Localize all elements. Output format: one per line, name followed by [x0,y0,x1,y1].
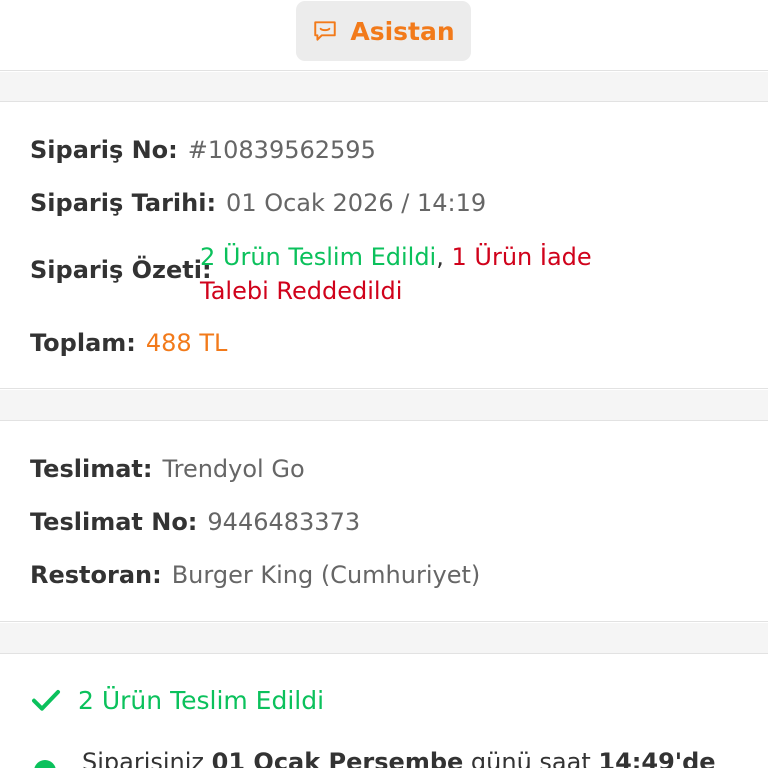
restaurant-row: Restoran: Burger King (Cumhuriyet) [30,561,480,589]
order-summary-value: 2 Ürün Teslim Edildi, 1 Ürün İade Talebi… [200,240,640,308]
section-gap [0,390,768,420]
assistant-label: Asistan [350,16,455,46]
delivery-no-value: 9446483373 [207,508,361,536]
delivery-type-value: Trendyol Go [162,455,305,483]
summary-separator: , [436,243,444,271]
order-total-value: 488 TL [145,329,228,357]
status-message-date: 01 Ocak Perşembe [211,748,464,768]
order-no-row: Sipariş No: #10839562595 [30,136,376,164]
order-date-row: Sipariş Tarihi: 01 Ocak 2026 / 14:19 [30,189,486,217]
top-bar: Asistan [0,0,768,71]
order-no-label: Sipariş No: [30,136,178,164]
delivered-heading: 2 Ürün Teslim Edildi [30,684,324,716]
assistant-button[interactable]: Asistan [296,1,471,61]
status-message-mid: günü saat [463,748,599,768]
check-icon [32,690,60,711]
order-total-row: Toplam: 488 TL [30,329,227,357]
order-summary-label: Sipariş Özeti: [30,256,212,284]
order-date-value: 01 Ocak 2026 / 14:19 [226,189,487,217]
status-message: Siparişiniz 01 Ocak Perşembe günü saat 1… [82,748,716,768]
restaurant-value: Burger King (Cumhuriyet) [171,561,481,589]
chat-bubble-icon [314,21,337,41]
delivered-heading-text: 2 Ürün Teslim Edildi [78,685,325,715]
delivery-no-row: Teslimat No: 9446483373 [30,508,360,536]
delivery-type-row: Teslimat: Trendyol Go [30,455,305,483]
restaurant-label: Restoran: [30,561,162,589]
status-message-pre: Siparişiniz [82,748,212,768]
order-total-label: Toplam: [30,329,136,357]
delivery-type-label: Teslimat: [30,455,153,483]
section-gap [0,72,768,102]
summary-delivered: 2 Ürün Teslim Edildi [200,243,437,271]
status-message-time: 14:49'de [598,748,716,768]
delivery-no-label: Teslimat No: [30,508,198,536]
order-no-value: #10839562595 [187,136,376,164]
order-date-label: Sipariş Tarihi: [30,189,217,217]
section-gap [0,623,768,653]
